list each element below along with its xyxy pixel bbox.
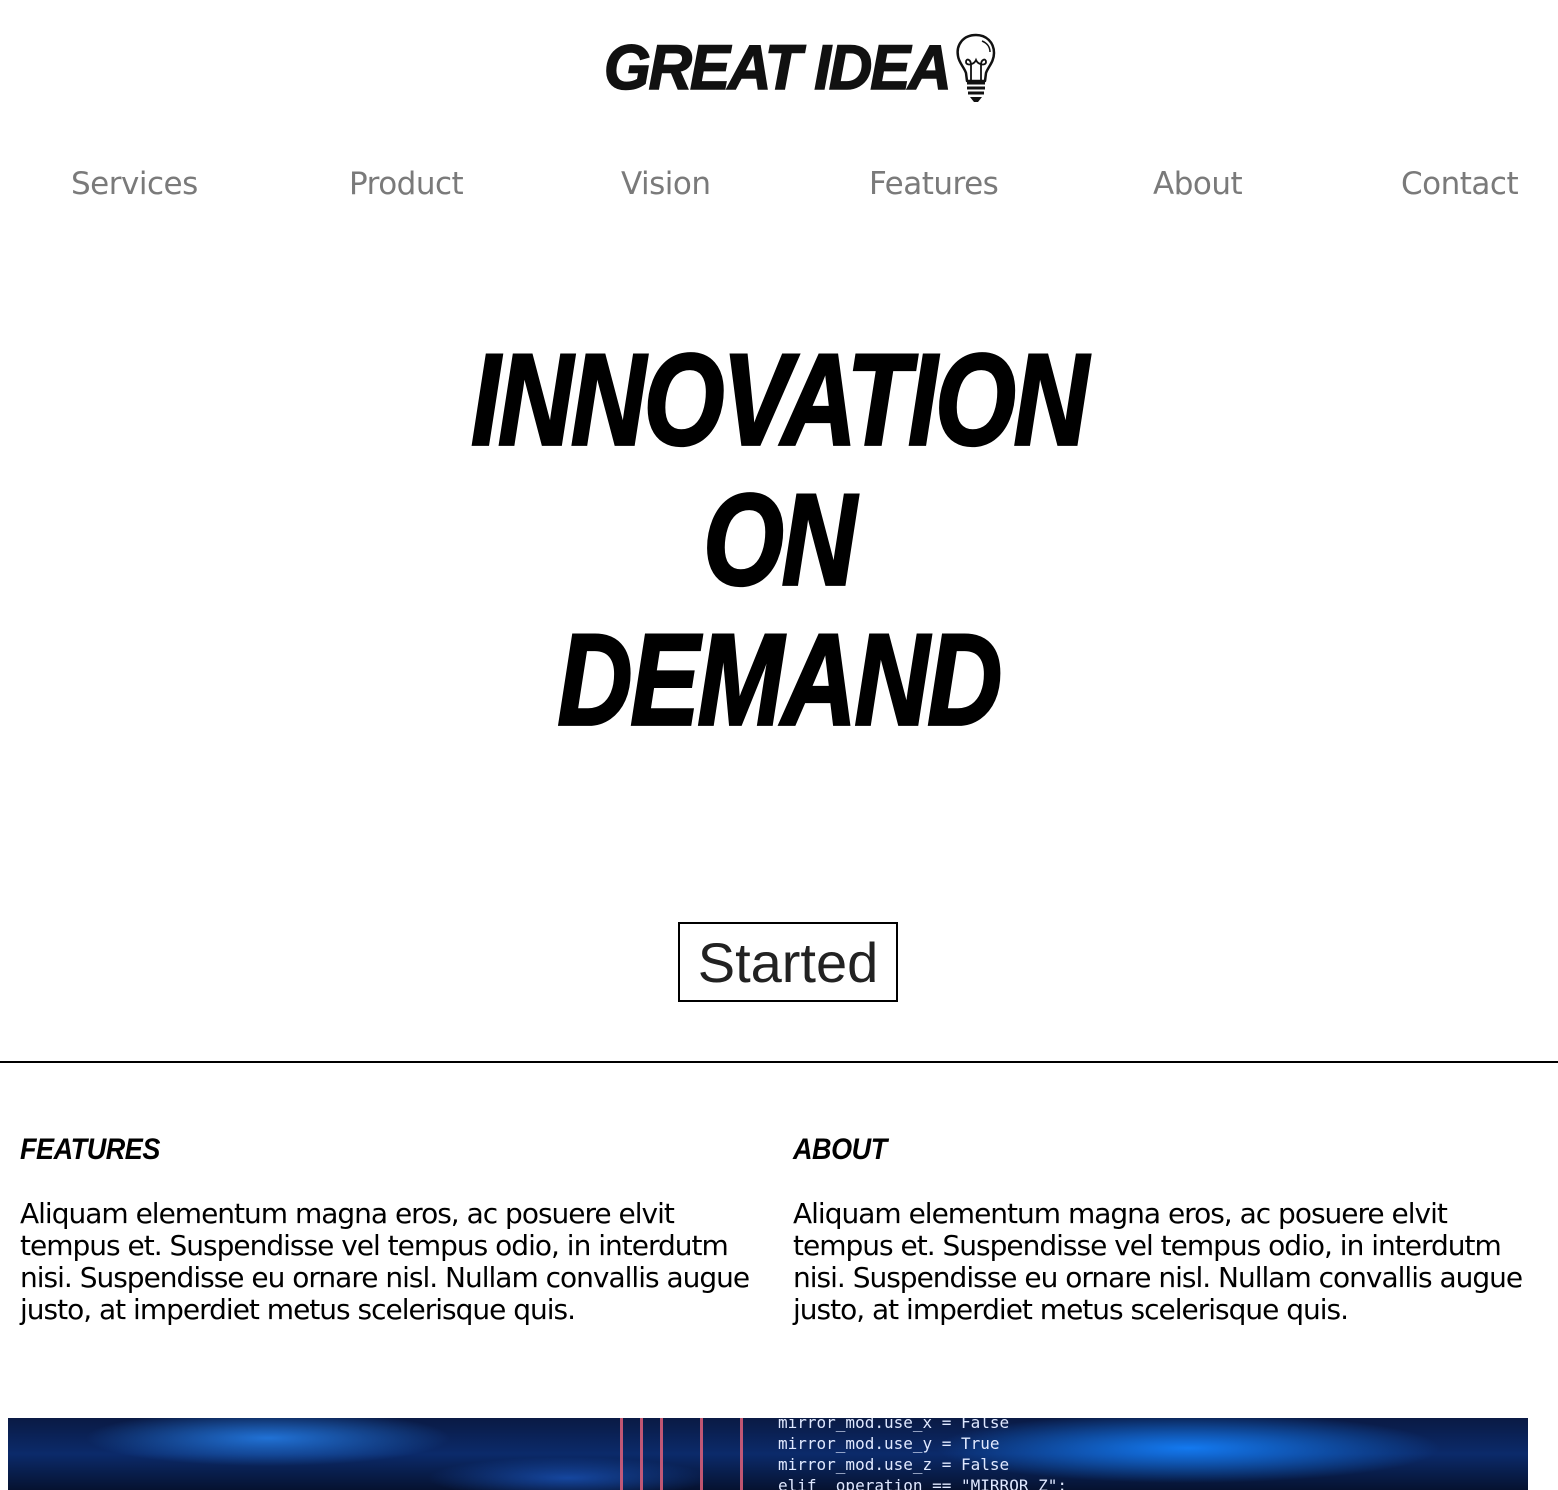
logo[interactable]: GREAT IDEA [603, 28, 1000, 108]
hero-title: INNOVATION ON DEMAND [0, 326, 1558, 754]
about-section: ABOUT Aliquam elementum magna eros, ac p… [793, 1130, 1528, 1326]
section-divider [0, 1061, 1558, 1063]
code-snippet: mirror_mod.use_x = False mirror_mod.use_… [778, 1418, 1067, 1490]
features-section: FEATURES Aliquam elementum magna eros, a… [20, 1130, 755, 1326]
nav-item-contact[interactable]: Contact [1401, 166, 1519, 202]
code-line: mirror_mod.use_y = True [778, 1434, 1000, 1453]
code-line: mirror_mod.use_z = False [778, 1455, 1010, 1474]
code-stripe [640, 1418, 643, 1490]
features-text: Aliquam elementum magna eros, ac posuere… [20, 1197, 750, 1326]
features-heading: FEATURES [20, 1133, 160, 1166]
nav-item-about[interactable]: About [1153, 166, 1243, 202]
about-text: Aliquam elementum magna eros, ac posuere… [793, 1197, 1523, 1326]
code-banner-image: mirror_mod.use_x = False mirror_mod.use_… [8, 1418, 1528, 1490]
hero-title-line: DEMAND [556, 606, 1003, 754]
hero-title-line: INNOVATION [470, 326, 1090, 474]
get-started-button[interactable]: Started [678, 922, 898, 1002]
nav-item-vision[interactable]: Vision [621, 166, 711, 202]
code-stripe [660, 1418, 663, 1490]
hero-title-line: ON [702, 466, 858, 614]
code-line: mirror_mod.use_x = False [778, 1418, 1010, 1432]
code-stripe [620, 1418, 623, 1490]
code-stripe [740, 1418, 743, 1490]
logo-text: GREAT IDEA [603, 32, 952, 103]
about-heading: ABOUT [793, 1133, 887, 1166]
nav-item-product[interactable]: Product [349, 166, 464, 202]
code-line: elif _operation == "MIRROR_Z": [778, 1476, 1067, 1490]
code-stripe [700, 1418, 703, 1490]
main-nav: Services Product Vision Features About C… [0, 166, 1558, 212]
lightbulb-icon [955, 33, 995, 102]
nav-item-services[interactable]: Services [71, 166, 198, 202]
nav-item-features[interactable]: Features [869, 166, 999, 202]
